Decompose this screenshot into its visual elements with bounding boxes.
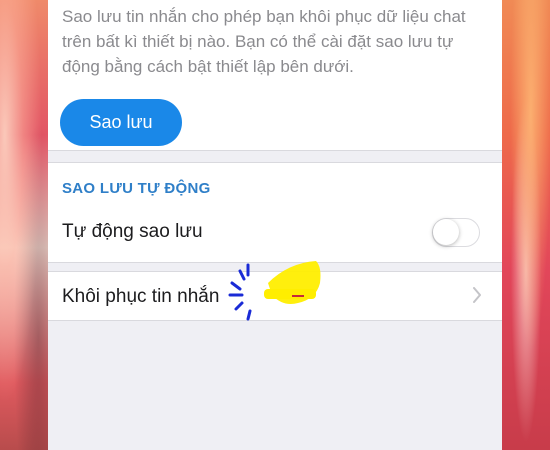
auto-backup-section-title: SAO LƯU TỰ ĐỘNG — [62, 180, 211, 197]
divider — [48, 150, 502, 151]
auto-backup-label: Tự động sao lưu — [62, 221, 203, 242]
toggle-knob[interactable] — [433, 219, 459, 245]
settings-panel: Sao lưu tin nhắn cho phép bạn khôi phục … — [48, 0, 502, 450]
auto-backup-toggle[interactable] — [432, 218, 480, 247]
restore-messages-label: Khôi phục tin nhắn — [62, 286, 220, 307]
auto-backup-card — [48, 163, 502, 262]
wallpaper-left — [0, 0, 48, 450]
highlighter-annotation — [228, 261, 321, 321]
backup-button[interactable]: Sao lưu — [60, 99, 182, 146]
backup-card: Sao lưu tin nhắn cho phép bạn khôi phục … — [48, 0, 502, 150]
backup-description: Sao lưu tin nhắn cho phép bạn khôi phục … — [62, 7, 466, 76]
wallpaper-right — [502, 0, 550, 450]
chevron-right-icon — [473, 287, 481, 303]
